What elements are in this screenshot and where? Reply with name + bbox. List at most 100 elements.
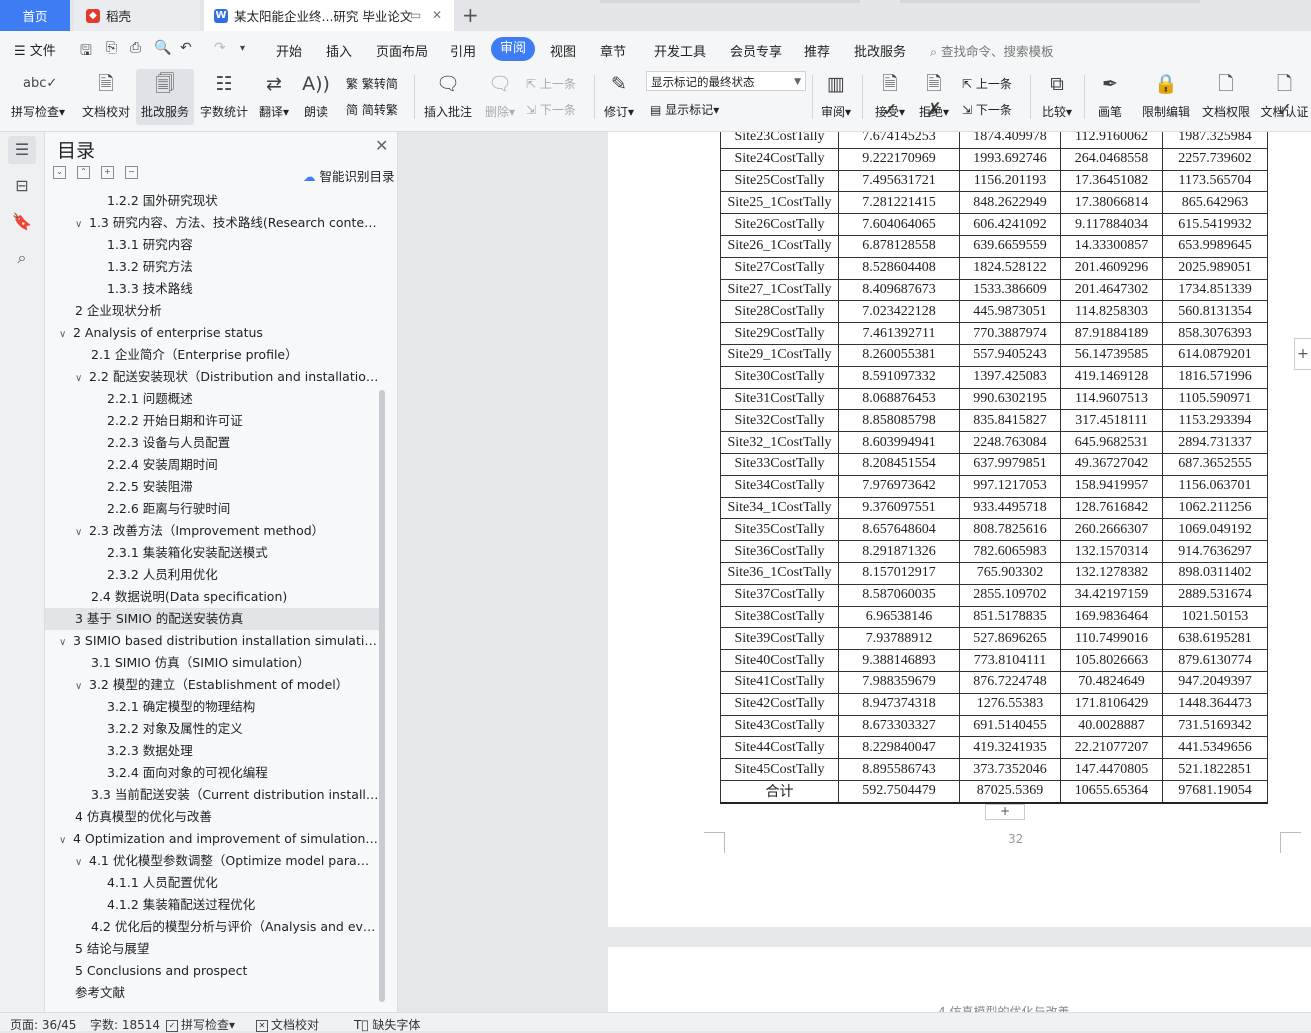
table-cell[interactable]: 1153.293394 (1162, 409, 1268, 433)
word-count-indicator[interactable]: 字数: 18514 (90, 1016, 160, 1033)
table-cell[interactable]: Site30CostTally (720, 365, 839, 389)
toc-item[interactable]: 2.2.1 问题概述 (45, 388, 379, 410)
table-cell[interactable]: 898.0311402 (1162, 561, 1268, 585)
toc-item[interactable]: 3 基于 SIMIO 的配送安装仿真 (45, 608, 379, 630)
table-cell[interactable]: 147.4470805 (1060, 758, 1163, 781)
table-cell[interactable]: 1734.851339 (1162, 278, 1268, 302)
table-cell[interactable]: 7.495631721 (838, 169, 960, 193)
table-cell[interactable]: 9.117884034 (1060, 213, 1163, 236)
table-cell[interactable]: Site29_1CostTally (720, 343, 839, 367)
table-cell[interactable]: 2248.763084 (959, 431, 1061, 454)
table-cell[interactable]: 691.5140455 (959, 714, 1061, 738)
toc-item[interactable]: 2.3.1 集装箱化安装配送模式 (45, 542, 379, 564)
table-cell[interactable]: 445.9873051 (959, 300, 1061, 324)
smart-toc-button[interactable]: ☁ 智能识别目录 (303, 166, 395, 185)
table-cell[interactable]: Site32_1CostTally (720, 431, 839, 454)
menu-member[interactable]: 会员专享 (730, 41, 782, 60)
toc-scrollbar[interactable] (379, 390, 385, 1002)
table-cell[interactable]: 132.1278382 (1060, 561, 1163, 585)
table-cell[interactable]: 653.9989645 (1162, 234, 1268, 258)
prev-comment-button[interactable]: ⇱ 上一条 (526, 75, 576, 92)
collapse-all-icon[interactable]: ⌃ (77, 166, 90, 179)
compare-button[interactable]: ⧉ 比较▾ (1036, 69, 1078, 125)
table-cell[interactable]: 22.21077207 (1060, 736, 1163, 760)
tab-float-icon[interactable]: ▭ (410, 8, 421, 22)
table-cell[interactable]: 9.222170969 (838, 147, 960, 171)
trad-to-simp-button[interactable]: 繁 繁转简 (346, 75, 398, 92)
table-cell[interactable]: 521.1822851 (1162, 758, 1268, 781)
table-cell[interactable]: 614.0879201 (1162, 343, 1268, 367)
table-cell[interactable]: Site26_1CostTally (720, 234, 839, 258)
toc-item[interactable]: 1.3.2 研究方法 (45, 256, 379, 278)
toc-item[interactable]: 2.1 企业简介（Enterprise profile） (45, 344, 379, 366)
table-cell[interactable]: 2257.739602 (1162, 147, 1268, 171)
table-cell[interactable]: 1069.049192 (1162, 518, 1268, 542)
table-cell[interactable]: 1397.425083 (959, 365, 1061, 389)
table-cell[interactable]: 7.023422128 (838, 300, 960, 324)
table-cell[interactable]: Site31CostTally (720, 387, 839, 411)
table-cell[interactable]: 782.6065983 (959, 540, 1061, 563)
table-cell[interactable]: 2025.989051 (1162, 256, 1268, 280)
table-cell[interactable]: 1062.211256 (1162, 496, 1268, 520)
table-cell[interactable]: 8.409687673 (838, 278, 960, 302)
table-cell[interactable]: 639.6659559 (959, 234, 1061, 258)
table-cell[interactable]: 110.7499016 (1060, 627, 1163, 651)
search-icon[interactable]: ⌕ (8, 244, 36, 272)
toc-item[interactable]: 3.2.4 面向对象的可视化编程 (45, 762, 379, 784)
new-tab-plus-icon[interactable]: + (462, 3, 479, 27)
table-cell[interactable]: 1276.55383 (959, 692, 1061, 716)
table-cell[interactable]: 557.9405243 (959, 343, 1061, 367)
table-cell[interactable]: 158.9419957 (1060, 474, 1163, 498)
table-cell[interactable]: 851.5178835 (959, 605, 1061, 629)
table-cell[interactable]: Site43CostTally (720, 714, 839, 738)
toc-item[interactable]: ∨ 3.2 模型的建立（Establishment of model） (45, 674, 379, 696)
table-cell[interactable]: 40.0028887 (1060, 714, 1163, 738)
table-cell[interactable]: Site23CostTally (720, 132, 839, 149)
table-cell[interactable]: 765.903302 (959, 561, 1061, 585)
table-cell[interactable]: 419.1469128 (1060, 365, 1163, 389)
table-cell[interactable]: 8.528604408 (838, 256, 960, 280)
table-cell[interactable]: 8.208451554 (838, 452, 960, 476)
review-pane-button[interactable]: ▥ 审阅▾ (816, 69, 856, 125)
table-cell[interactable]: 914.7636297 (1162, 540, 1268, 563)
toc-item[interactable]: 2 企业现状分析 (45, 300, 379, 322)
toc-item[interactable]: 3.2.2 对象及属性的定义 (45, 718, 379, 740)
table-cell[interactable]: 1105.590971 (1162, 387, 1268, 411)
next-change-button[interactable]: ⇲ 下一条 (962, 101, 1012, 118)
table-cell[interactable]: 637.9979851 (959, 452, 1061, 476)
table-cell[interactable]: Site35CostTally (720, 518, 839, 542)
table-cell[interactable]: 560.8131354 (1162, 300, 1268, 324)
table-cell[interactable]: 527.8696265 (959, 627, 1061, 651)
read-aloud-button[interactable]: A)) 朗读 (298, 69, 334, 125)
toc-item[interactable]: 5 Conclusions and prospect (45, 960, 379, 982)
table-cell[interactable]: 606.4241092 (959, 213, 1061, 236)
toc-item[interactable]: 参考文献 (45, 982, 379, 1004)
table-cell[interactable]: 7.674145253 (838, 132, 960, 149)
table-cell[interactable]: 8.947374318 (838, 692, 960, 716)
table-cell[interactable]: 947.2049397 (1162, 670, 1268, 694)
table-cell[interactable]: 1156.063701 (1162, 474, 1268, 498)
toc-item[interactable]: ∨ 4 Optimization and improvement of simul… (45, 828, 379, 850)
chapter-icon[interactable]: ⊟ (8, 172, 36, 200)
table-cell[interactable]: 9.388146893 (838, 649, 960, 672)
table-cell[interactable]: 373.7352046 (959, 758, 1061, 781)
table-cell[interactable]: 933.4495718 (959, 496, 1061, 520)
insert-comment-button[interactable]: 🗨 插入批注 (420, 69, 476, 125)
redo-icon[interactable]: ↷ (214, 40, 226, 56)
chevron-down-icon[interactable]: ∨ (59, 830, 73, 850)
close-icon[interactable]: ✕ (375, 136, 388, 155)
table-cell[interactable]: 1874.409978 (959, 132, 1061, 149)
next-comment-button[interactable]: ⇲ 下一条 (526, 101, 576, 118)
toc-item[interactable]: 3.3 当前配送安装（Current distribution installa… (45, 784, 379, 806)
toc-item[interactable]: ∨4.1 优化模型参数调整（Optimize model parameter a… (45, 850, 379, 872)
table-cell[interactable]: 7.281221415 (838, 191, 960, 215)
translate-button[interactable]: ⇄ 翻译▾ (254, 69, 294, 125)
spell-check-button[interactable]: abc✓ 拼写检查▾ (8, 69, 68, 125)
table-cell[interactable]: Site37CostTally (720, 583, 839, 607)
print-icon[interactable]: ⎙ (130, 40, 141, 56)
table-cell[interactable]: 9.376097551 (838, 496, 960, 520)
table-cell[interactable]: 114.8258303 (1060, 300, 1163, 324)
table-cell[interactable]: 1448.364473 (1162, 692, 1268, 716)
markup-state-select[interactable]: 显示标记的最终状态 ▼ (646, 71, 806, 91)
table-cell[interactable]: Site24CostTally (720, 147, 839, 171)
